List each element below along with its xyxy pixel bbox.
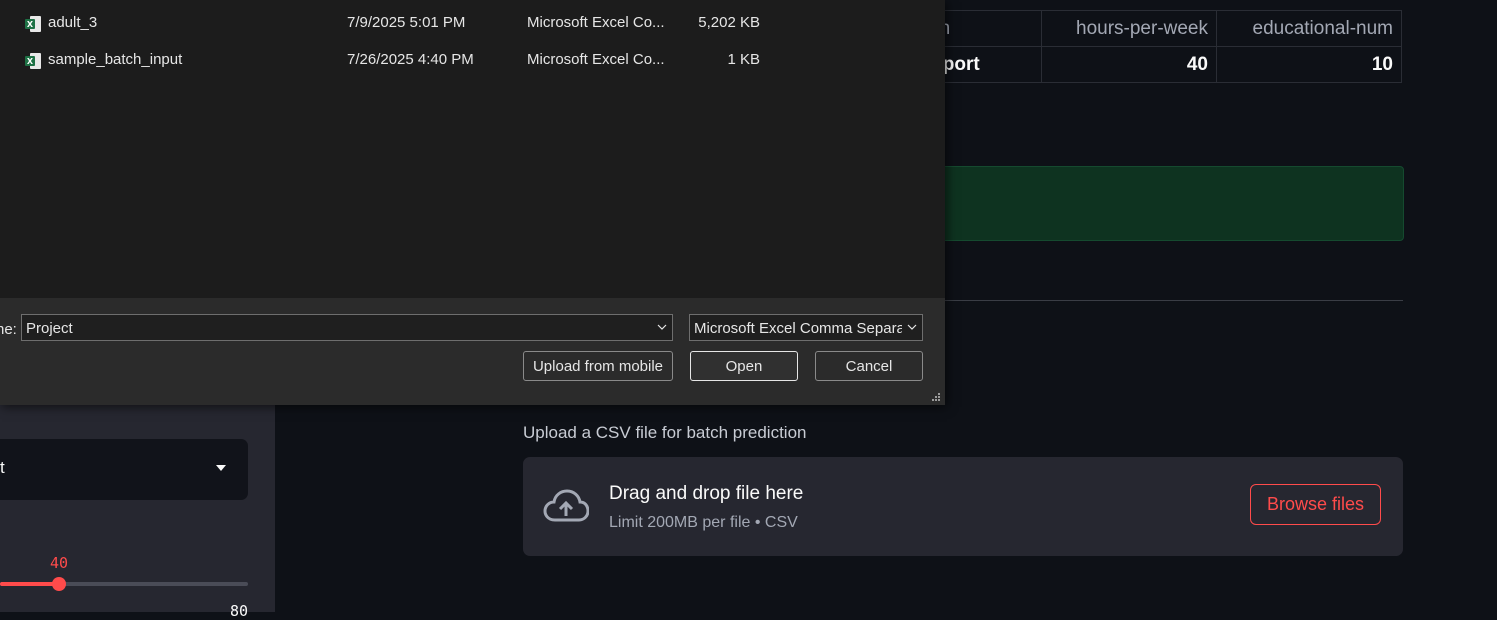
svg-text:X: X	[27, 57, 34, 66]
excel-file-icon: X	[25, 53, 41, 69]
file-list-item[interactable]: X adult_3 7/9/2025 5:01 PM Microsoft Exc…	[0, 6, 945, 42]
file-date: 7/9/2025 5:01 PM	[347, 14, 466, 31]
divider	[900, 300, 1403, 301]
sidebar-select[interactable]: t	[0, 439, 248, 500]
browse-files-button[interactable]: Browse files	[1250, 484, 1381, 525]
file-name: adult_3	[48, 14, 98, 31]
filename-input[interactable]: Project	[21, 314, 673, 341]
resize-grip-icon[interactable]	[931, 392, 941, 402]
file-size: 5,202 KB	[698, 14, 760, 31]
slider-max-label: 80	[229, 602, 248, 620]
filename-value: Project	[26, 320, 73, 337]
file-dropzone[interactable]: Drag and drop file here Limit 200MB per …	[523, 457, 1403, 556]
drop-title: Drag and drop file here	[609, 483, 804, 504]
column-header: educational-num	[1216, 10, 1402, 47]
upload-from-mobile-button[interactable]: Upload from mobile	[523, 351, 673, 381]
hours-slider[interactable]	[0, 577, 248, 591]
table-cell: 40	[1041, 46, 1217, 83]
file-list-item[interactable]: X sample_batch_input 7/26/2025 4:40 PM M…	[0, 43, 945, 79]
filter-value: Microsoft Excel Comma Separated	[694, 320, 902, 337]
svg-text:X: X	[27, 20, 34, 29]
uploader-label: Upload a CSV file for batch prediction	[523, 423, 807, 442]
filename-label: ne:	[0, 321, 17, 338]
excel-file-icon: X	[25, 16, 41, 32]
cancel-button[interactable]: Cancel	[815, 351, 923, 381]
chevron-down-icon[interactable]	[657, 322, 667, 332]
file-type-filter[interactable]: Microsoft Excel Comma Separated	[689, 314, 923, 341]
column-header: hours-per-week	[1041, 10, 1217, 47]
cloud-upload-icon	[543, 489, 589, 522]
file-name: sample_batch_input	[48, 51, 183, 68]
file-open-dialog: X adult_3 7/9/2025 5:01 PM Microsoft Exc…	[0, 0, 945, 405]
slider-value: 40	[49, 554, 69, 572]
slider-thumb[interactable]	[52, 577, 66, 591]
drop-limit: Limit 200MB per file • CSV	[609, 514, 798, 531]
file-type: Microsoft Excel Co...	[527, 14, 665, 31]
open-button[interactable]: Open	[690, 351, 798, 381]
file-date: 7/26/2025 4:40 PM	[347, 51, 474, 68]
prediction-input-table: ation hours-per-week educational-num sup…	[900, 10, 1402, 83]
chevron-down-icon	[907, 324, 917, 330]
dialog-footer: ne: Project Microsoft Excel Comma Separa…	[0, 298, 945, 405]
table-cell: 10	[1216, 46, 1402, 83]
table-row: support 40 10	[900, 46, 1402, 83]
success-alert	[900, 166, 1404, 241]
file-type: Microsoft Excel Co...	[527, 51, 665, 68]
slider-fill	[0, 582, 59, 586]
table-header-row: ation hours-per-week educational-num	[900, 10, 1402, 47]
file-size: 1 KB	[727, 51, 760, 68]
select-value: t	[0, 458, 5, 477]
caret-down-icon	[216, 465, 226, 471]
